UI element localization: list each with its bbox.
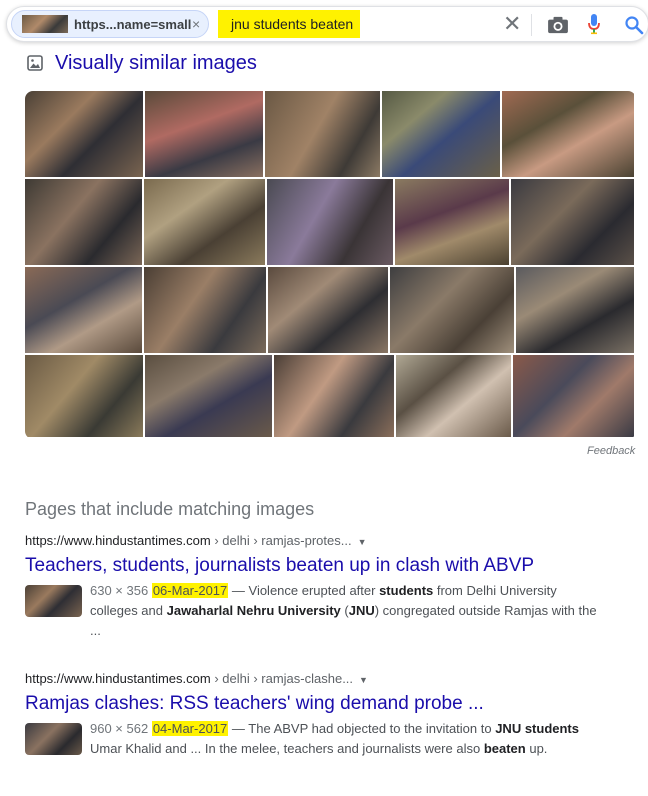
result-title[interactable]: Ramjas clashes: RSS teachers' wing deman…: [25, 693, 625, 715]
similar-image[interactable]: [145, 355, 274, 439]
feedback-link[interactable]: Feedback: [587, 445, 635, 457]
result-thumbnail[interactable]: [25, 723, 82, 755]
url-domain: https://www.hindustantimes.com: [25, 671, 211, 686]
similar-image[interactable]: [511, 179, 636, 267]
similar-image[interactable]: [382, 91, 502, 179]
similar-image[interactable]: [265, 91, 382, 179]
result-snippet: 960 × 562 04-Mar-2017 — The ABVP had obj…: [90, 719, 605, 759]
result-thumbnail[interactable]: [25, 585, 82, 617]
close-icon[interactable]: ×: [192, 16, 200, 32]
image-dimensions: 960 × 562: [90, 721, 149, 736]
image-dimensions: 630 × 356: [90, 583, 149, 598]
similar-image[interactable]: [516, 267, 636, 355]
similar-image[interactable]: [502, 91, 636, 179]
result-url[interactable]: https://www.hindustantimes.com › delhi ›…: [25, 671, 625, 689]
similar-image[interactable]: [396, 355, 513, 439]
similar-image[interactable]: [267, 179, 395, 267]
similar-image[interactable]: [25, 267, 144, 355]
result-item: https://www.hindustantimes.com › delhi ›…: [25, 533, 625, 638]
similar-images-title[interactable]: Visually similar images: [55, 52, 257, 75]
similar-image[interactable]: [395, 179, 511, 267]
similar-image[interactable]: [513, 355, 636, 439]
pages-section-title: Pages that include matching images: [25, 499, 315, 519]
chip-label: https...name=small: [74, 17, 192, 32]
similar-image[interactable]: [274, 355, 396, 439]
result-title[interactable]: Teachers, students, journalists beaten u…: [25, 555, 625, 577]
similar-image[interactable]: [25, 355, 145, 439]
url-breadcrumb: › delhi › ramjas-protes...: [210, 533, 352, 548]
search-input[interactable]: jnu students beaten: [231, 16, 353, 32]
dropdown-caret-icon[interactable]: ▼: [358, 537, 367, 547]
similar-image[interactable]: [390, 267, 516, 355]
search-icon[interactable]: [624, 15, 644, 35]
image-search-chip[interactable]: https...name=small ×: [11, 10, 209, 38]
url-domain: https://www.hindustantimes.com: [25, 533, 211, 548]
microphone-icon[interactable]: [587, 13, 601, 35]
dropdown-caret-icon[interactable]: ▼: [359, 675, 368, 685]
result-snippet: 630 × 356 06-Mar-2017 — Violence erupted…: [90, 581, 605, 641]
similar-image[interactable]: [25, 91, 145, 179]
similar-image[interactable]: [145, 91, 265, 179]
image-icon: [27, 55, 43, 71]
result-url[interactable]: https://www.hindustantimes.com › delhi ›…: [25, 533, 625, 551]
similar-image[interactable]: [144, 179, 267, 267]
chip-thumbnail: [22, 15, 68, 33]
similar-images-grid: [25, 91, 636, 439]
result-date: 04-Mar-2017: [151, 721, 229, 736]
result-date: 06-Mar-2017: [151, 583, 229, 598]
similar-image[interactable]: [25, 179, 144, 267]
clear-icon[interactable]: ✕: [503, 11, 521, 37]
divider: [531, 14, 532, 36]
result-item: https://www.hindustantimes.com › delhi ›…: [25, 671, 625, 756]
search-bar: https...name=small × jnu students beaten…: [6, 6, 648, 42]
camera-icon[interactable]: [547, 16, 569, 34]
similar-image[interactable]: [144, 267, 268, 355]
similar-image[interactable]: [268, 267, 390, 355]
url-breadcrumb: › delhi › ramjas-clashe...: [210, 671, 354, 686]
